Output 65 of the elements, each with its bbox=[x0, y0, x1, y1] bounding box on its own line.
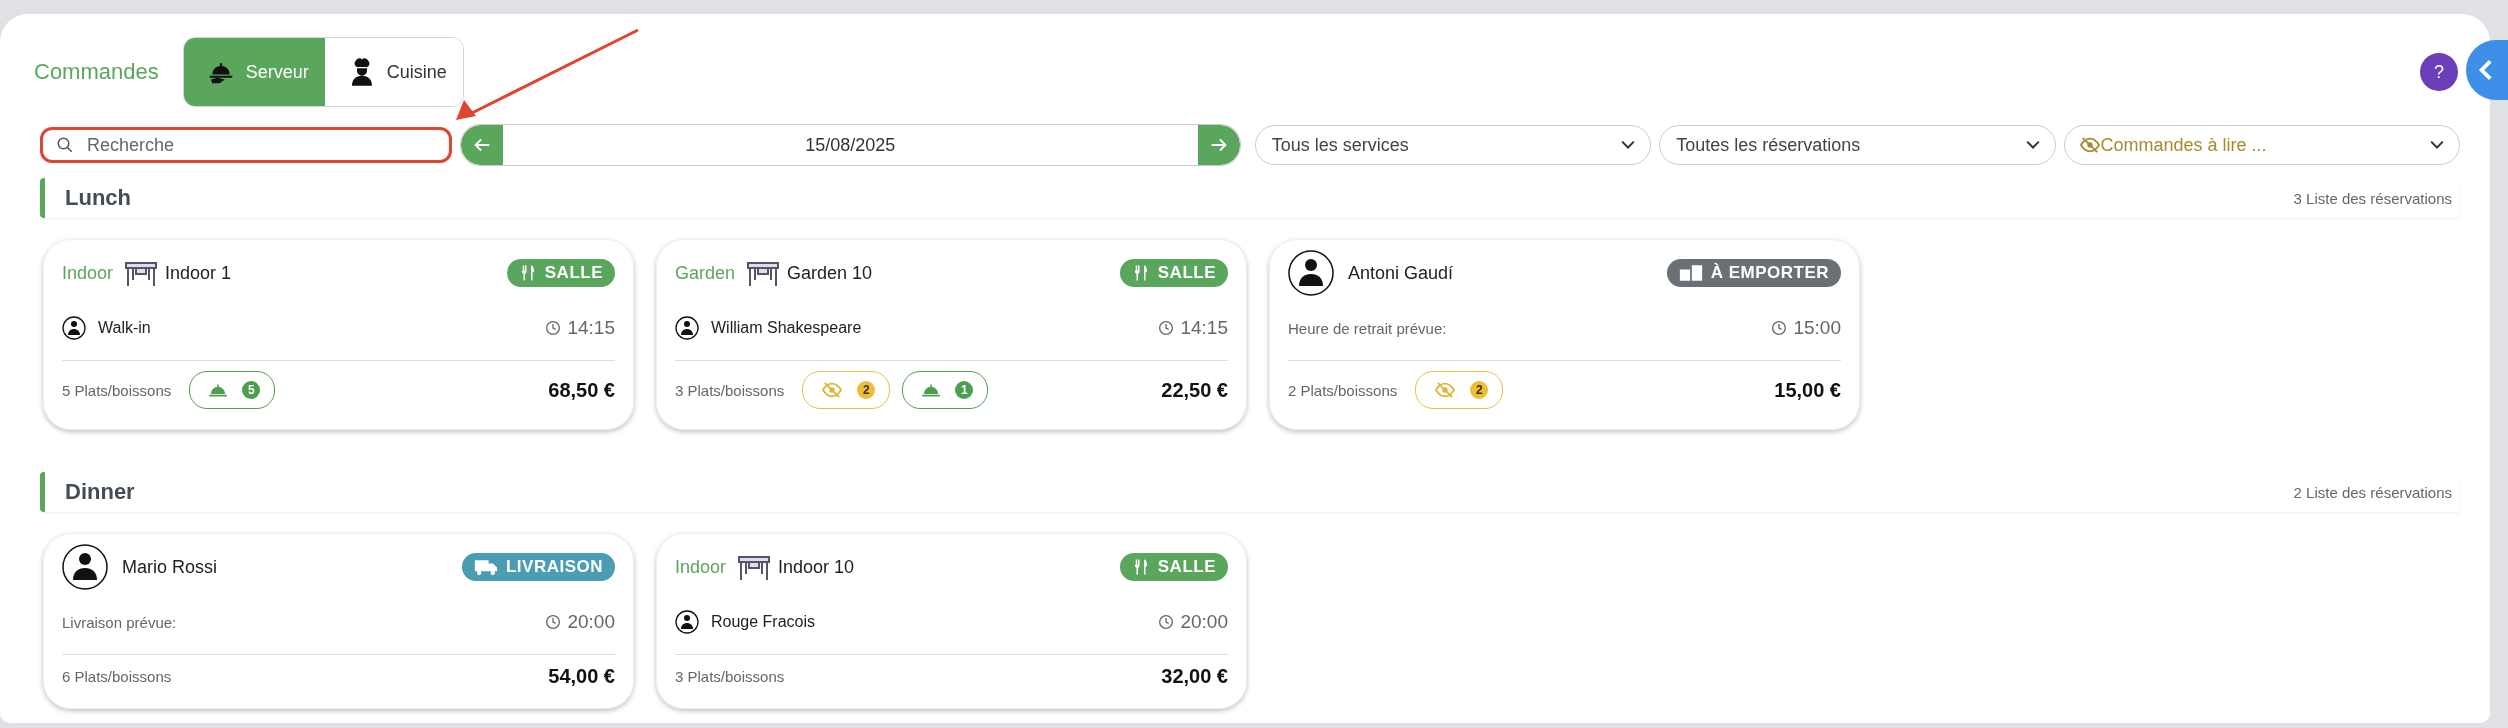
time-label: Livraison prévue: bbox=[62, 613, 177, 631]
section-title: Dinner bbox=[65, 479, 135, 505]
service-bell-icon bbox=[921, 382, 942, 398]
zone-label: Garden bbox=[675, 262, 736, 284]
order-card[interactable]: Indoor Indoor 1 SALLE Walk-in 14:15 5 Plats/boissons 5 68,50 € bbox=[43, 239, 634, 430]
eye-slash-icon bbox=[1434, 381, 1457, 399]
order-card[interactable]: Antoni Gaudí À EMPORTER Heure de retrait prévue: 15:00 2 Plats/boissons 2 15,00 € bbox=[1269, 239, 1860, 430]
guest-icon bbox=[675, 316, 699, 340]
guest-icon bbox=[62, 316, 86, 340]
eye-slash-icon bbox=[821, 381, 844, 399]
service-badge: SALLE bbox=[506, 259, 615, 287]
table-name: Indoor 1 bbox=[165, 262, 232, 284]
service-bell-icon bbox=[208, 382, 229, 398]
zone-label: Indoor bbox=[62, 262, 114, 284]
guest-icon bbox=[675, 610, 699, 634]
page-title: Commandes bbox=[34, 59, 159, 85]
table-name: Garden 10 bbox=[787, 262, 873, 284]
zone-label: Indoor bbox=[675, 556, 727, 578]
clock-icon bbox=[545, 614, 562, 630]
customer-avatar-icon bbox=[62, 544, 108, 590]
order-time: 14:15 bbox=[1180, 317, 1228, 339]
search-icon bbox=[56, 136, 74, 154]
order-total: 68,50 € bbox=[548, 378, 615, 402]
eye-slash-icon bbox=[2078, 136, 2101, 154]
order-card[interactable]: Mario Rossi LIVRAISON Livraison prévue: 20:00 6 Plats/boissons 54,00 € bbox=[43, 533, 634, 709]
help-button[interactable]: ? bbox=[2420, 53, 2458, 91]
item-count: 6 Plats/boissons bbox=[62, 668, 172, 685]
item-count: 5 Plats/boissons bbox=[62, 381, 172, 399]
item-count: 3 Plats/boissons bbox=[675, 668, 785, 685]
truck-icon bbox=[473, 558, 498, 576]
unread-badge[interactable]: 2 bbox=[1415, 371, 1504, 409]
reservation-count: 2 Liste des réservations bbox=[2293, 483, 2452, 501]
customer-avatar-icon bbox=[1288, 250, 1334, 296]
order-time: 15:00 bbox=[1793, 317, 1841, 339]
service-badge: LIVRAISON bbox=[461, 553, 615, 581]
item-count: 2 Plats/boissons bbox=[1288, 381, 1398, 399]
section-title: Lunch bbox=[65, 185, 131, 211]
guest-name: Walk-in bbox=[98, 319, 151, 337]
guest-name: William Shakespeare bbox=[711, 319, 862, 337]
clock-icon bbox=[1771, 320, 1788, 336]
order-total: 15,00 € bbox=[1774, 378, 1841, 402]
order-time: 20:00 bbox=[567, 611, 615, 633]
table-name: Indoor 10 bbox=[778, 556, 855, 578]
search-field[interactable]: Recherche bbox=[40, 127, 452, 163]
order-card[interactable]: Garden Garden 10 SALLE William Shakespeare 14:15 3 Plats/boissons 2 1 22,50 € bbox=[656, 239, 1247, 430]
clock-icon bbox=[545, 320, 562, 336]
order-total: 22,50 € bbox=[1161, 378, 1228, 402]
order-time: 20:00 bbox=[1180, 611, 1228, 633]
customer-name: Mario Rossi bbox=[122, 556, 218, 578]
order-total: 54,00 € bbox=[548, 665, 615, 688]
unread-badge[interactable]: 2 bbox=[802, 371, 891, 409]
time-label: Heure de retrait prévue: bbox=[1288, 319, 1447, 337]
customer-name: Antoni Gaudí bbox=[1348, 262, 1454, 284]
service-badge: SALLE bbox=[1119, 259, 1228, 287]
order-time: 14:15 bbox=[567, 317, 615, 339]
clock-icon bbox=[1158, 320, 1175, 336]
order-card[interactable]: Indoor Indoor 10 SALLE Rouge Fracois 20:00 3 Plats/boissons 32,00 € bbox=[656, 533, 1247, 709]
item-count: 3 Plats/boissons bbox=[675, 381, 785, 399]
guest-name: Rouge Fracois bbox=[711, 613, 816, 631]
order-total: 32,00 € bbox=[1161, 665, 1228, 688]
service-badge: À EMPORTER bbox=[1666, 259, 1841, 287]
service-badge: SALLE bbox=[1119, 553, 1228, 581]
boxes-icon bbox=[1678, 264, 1703, 282]
clock-icon bbox=[1158, 614, 1175, 630]
reservation-count: 3 Liste des réservations bbox=[2293, 189, 2452, 207]
